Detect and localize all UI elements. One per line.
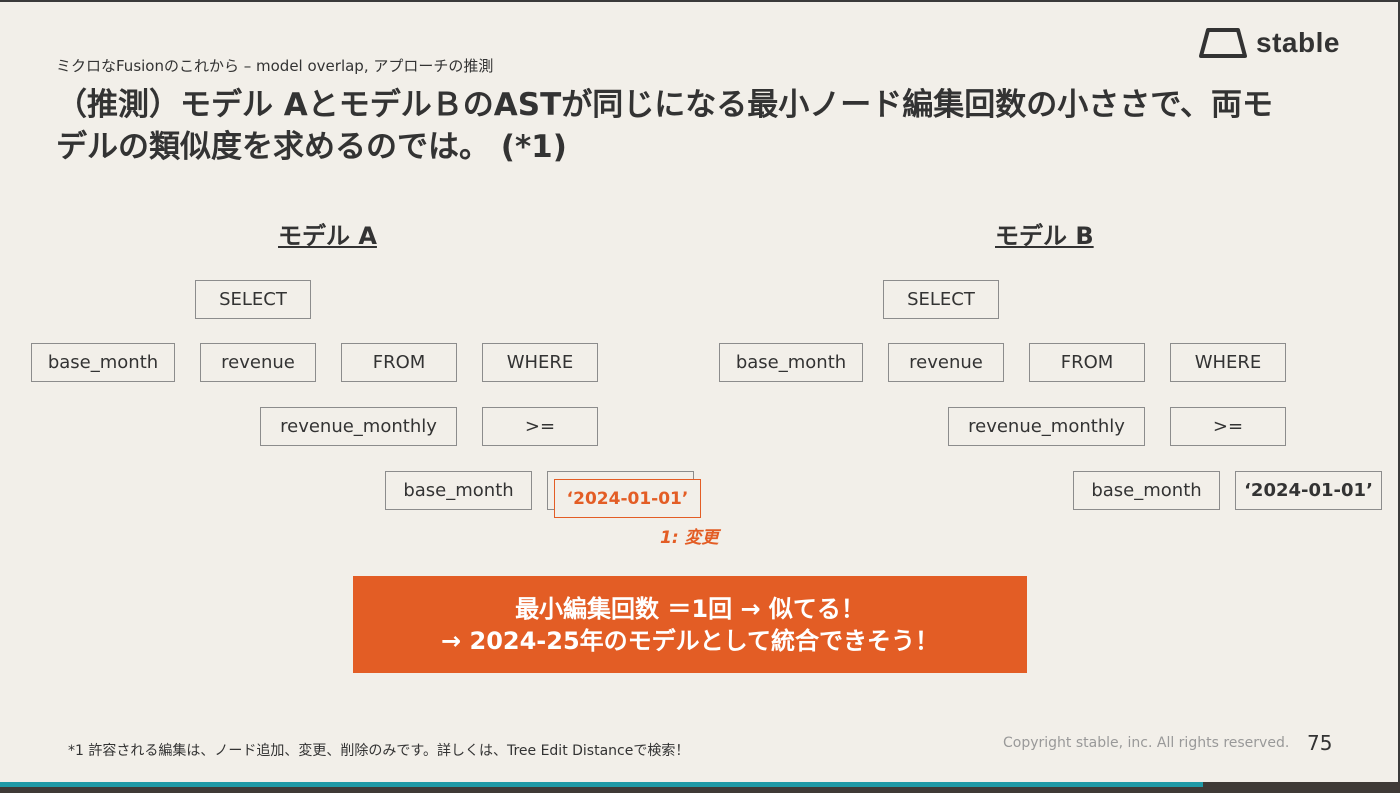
conclusion-banner: 最小編集回数 ＝1回 → 似てる！ → 2024-25年のモデルとして統合できそ…: [353, 576, 1027, 673]
model-b-from-node: FROM: [1029, 343, 1145, 382]
model-a-revenue-monthly-node: revenue_monthly: [260, 407, 457, 446]
footnote: *1 許容される編集は、ノード追加、変更、削除のみです。詳しくは、Tree Ed…: [68, 743, 690, 759]
model-a-label: モデル A: [278, 222, 377, 250]
model-a-gte-node: >=: [482, 407, 598, 446]
model-a-from-node: FROM: [341, 343, 457, 382]
copyright: Copyright stable, inc. All rights reserv…: [1003, 735, 1290, 751]
model-a-select-node: SELECT: [195, 280, 311, 319]
page-number: 75: [1307, 731, 1333, 755]
slide-subtitle: ミクロなFusionのこれから – model overlap, アプローチの推…: [56, 57, 494, 75]
frame-top-border: [0, 0, 1400, 2]
change-annotation: 1: 変更: [660, 528, 719, 548]
model-a-changed-date-node: ‘2024-01-01’: [554, 479, 701, 518]
model-b-date-node: ‘2024-01-01’: [1235, 471, 1382, 510]
model-b-where-node: WHERE: [1170, 343, 1286, 382]
company-logo: stable: [1198, 26, 1340, 60]
model-b-base-month-2-node: base_month: [1073, 471, 1220, 510]
trapezoid-logo-icon: [1199, 28, 1247, 58]
model-a-where-node: WHERE: [482, 343, 598, 382]
model-b-label: モデル B: [995, 222, 1094, 250]
model-a-base-month-2-node: base_month: [385, 471, 532, 510]
model-b-revenue-node: revenue: [888, 343, 1004, 382]
slide-title: （推測）モデル AとモデルＢのASTが同じになる最小ノード編集回数の小ささで、両…: [56, 87, 1274, 165]
banner-line-2: → 2024-25年のモデルとして統合できそう！: [441, 626, 939, 655]
model-b-revenue-monthly-node: revenue_monthly: [948, 407, 1145, 446]
slide-progress-bar: [0, 782, 1203, 787]
model-b-base-month-node: base_month: [719, 343, 863, 382]
banner-line-1: 最小編集回数 ＝1回 → 似てる！: [515, 594, 865, 623]
slide: ミクロなFusionのこれから – model overlap, アプローチの推…: [0, 0, 1400, 793]
model-a-base-month-node: base_month: [31, 343, 175, 382]
model-a-revenue-node: revenue: [200, 343, 316, 382]
model-b-select-node: SELECT: [883, 280, 999, 319]
logo-text: stable: [1256, 27, 1340, 58]
model-b-gte-node: >=: [1170, 407, 1286, 446]
